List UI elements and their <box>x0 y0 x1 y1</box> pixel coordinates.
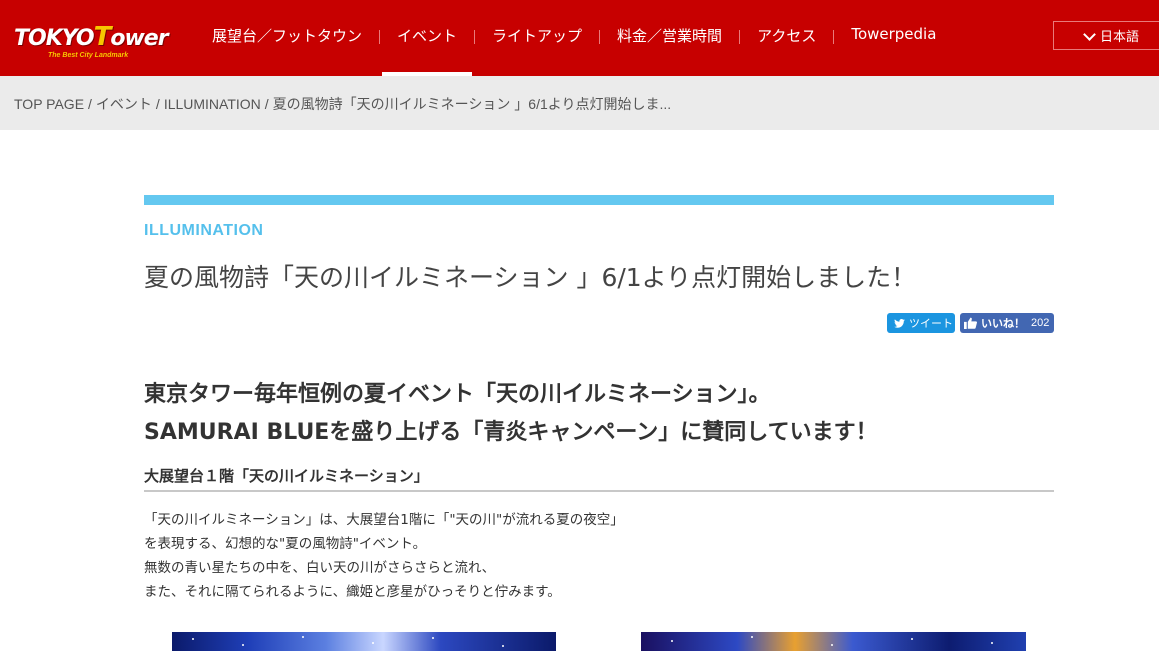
like-count: 202 <box>1031 317 1050 329</box>
breadcrumb-illumination[interactable]: ILLUMINATION <box>164 96 261 112</box>
article-category: ILLUMINATION <box>144 222 264 239</box>
nav-item-access[interactable]: アクセス <box>740 0 833 76</box>
article-accent-bar <box>144 195 1054 205</box>
site-header: TOKYOTower The Best City Landmark 展望台／フッ… <box>0 0 1159 76</box>
article-body: 「天の川イルミネーション」は、大展望台1階に「"天の川"が流れる夏の夜空」 を表… <box>144 508 624 604</box>
logo-wordmark: TOKYOTower <box>14 22 169 52</box>
main-nav: 展望台／フットタウン イベント ライトアップ 料金／営業時間 アクセス Towe… <box>195 0 953 76</box>
nav-label: アクセス <box>757 27 817 45</box>
article-lead: 東京タワー毎年恒例の夏イベント「天の川イルミネーション」。 SAMURAI BL… <box>144 376 878 452</box>
facebook-like-button[interactable]: いいね！ 202 <box>960 313 1054 333</box>
body-line: また、それに隔てられるように、織姫と彦星がひっそりと佇みます。 <box>144 584 561 600</box>
logo-tagline: The Best City Landmark <box>48 52 129 59</box>
nav-label: Towerpedia <box>851 25 937 43</box>
twitter-bird-icon <box>894 318 905 328</box>
page-title: 夏の風物詩「天の川イルミネーション 」6/1より点灯開始しました！ <box>144 263 917 292</box>
body-line: を表現する、幻想的な"夏の風物詩"イベント。 <box>144 536 427 552</box>
chevron-down-icon <box>1083 28 1096 41</box>
breadcrumb-current: 夏の風物詩「天の川イルミネーション 」6/1より点灯開始しま... <box>272 96 672 112</box>
breadcrumb-top[interactable]: TOP PAGE <box>14 96 84 112</box>
tokyo-tower-logo[interactable]: TOKYOTower The Best City Landmark <box>14 14 169 64</box>
breadcrumb-event[interactable]: イベント <box>96 96 152 112</box>
nav-label: イベント <box>397 27 458 45</box>
breadcrumb-separator: / <box>155 96 160 112</box>
tweet-label: ツイート <box>909 318 953 330</box>
language-label: 日本語 <box>1100 30 1140 45</box>
section-heading: 大展望台１階「天の川イルミネーション」 <box>144 465 1054 492</box>
thumbs-up-icon <box>964 317 977 329</box>
body-line: 無数の青い星たちの中を、白い天の川がさらさらと流れ、 <box>144 560 496 576</box>
nav-item-towerpedia[interactable]: Towerpedia <box>834 0 953 76</box>
lead-line: 東京タワー毎年恒例の夏イベント「天の川イルミネーション」。 <box>144 382 771 407</box>
tweet-button[interactable]: ツイート <box>887 313 955 333</box>
nav-label: ライトアップ <box>492 27 583 45</box>
illumination-photo <box>641 632 1026 651</box>
nav-label: 料金／営業時間 <box>617 27 723 45</box>
nav-label: 展望台／フットタウン <box>212 27 363 45</box>
nav-item-observatory[interactable]: 展望台／フットタウン <box>195 0 379 76</box>
language-selector[interactable]: 日本語 <box>1053 21 1159 50</box>
breadcrumb-separator: / <box>264 96 269 112</box>
lead-line: SAMURAI BLUEを盛り上げる「青炎キャンペーン」に賛同しています！ <box>144 420 878 445</box>
breadcrumb: TOP PAGE / イベント / ILLUMINATION / 夏の風物詩「天の川イルミネ… <box>0 76 1159 130</box>
body-line: 「天の川イルミネーション」は、大展望台1階に「"天の川"が流れる夏の夜空」 <box>144 512 624 528</box>
illumination-photo <box>172 632 556 651</box>
like-label: いいね！ <box>981 318 1025 330</box>
nav-item-event[interactable]: イベント <box>380 0 474 76</box>
breadcrumb-separator: / <box>88 96 92 112</box>
nav-item-lightup[interactable]: ライトアップ <box>475 0 599 76</box>
nav-item-fees-hours[interactable]: 料金／営業時間 <box>600 0 739 76</box>
